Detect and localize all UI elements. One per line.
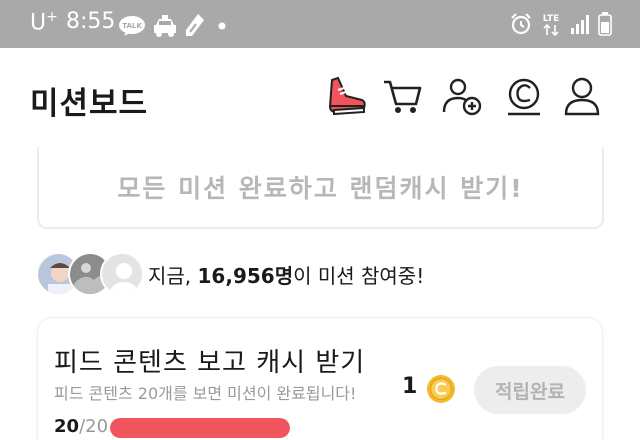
status-bar: U+ 8:55 TALK LTE — [0, 0, 640, 48]
page-title: 미션보드 — [30, 86, 149, 122]
alarm-icon — [511, 13, 531, 35]
sneaker-button[interactable] — [324, 76, 368, 116]
dot-icon — [218, 22, 226, 30]
notification-icons: TALK — [118, 14, 228, 38]
all-missions-banner[interactable]: 모든 미션 완료하고 랜덤캐시 받기! — [37, 147, 604, 229]
profile-button[interactable] — [560, 76, 604, 116]
mission-card[interactable]: 피드 콘텐츠 보고 캐시 받기 피드 콘텐츠 20개를 보면 미션이 완료됩니다… — [38, 318, 602, 440]
participants-row: 지금, 16,956명이 미션 참여중! — [36, 252, 424, 296]
participants-text: 지금, 16,956명이 미션 참여중! — [148, 263, 425, 288]
battery-icon — [598, 12, 612, 36]
lte-icon: LTE — [543, 14, 560, 36]
progress-bar — [110, 418, 290, 438]
mission-title: 피드 콘텐츠 보고 캐시 받기 — [54, 348, 366, 378]
progress-fill — [110, 418, 290, 438]
figure-icon — [186, 14, 204, 36]
cart-button[interactable] — [380, 76, 424, 116]
mission-description: 피드 콘텐츠 20개를 보면 미션이 완료됩니다! — [54, 384, 357, 403]
banner-text: 모든 미션 완료하고 랜덤캐시 받기! — [117, 174, 524, 203]
carrier-label: U+ — [30, 9, 58, 36]
system-icons: LTE — [510, 12, 612, 36]
sneaker-icon — [328, 76, 366, 116]
taxi-icon — [154, 15, 176, 37]
participant-count: 16,956명 — [197, 263, 294, 288]
app-header: 미션보드 — [0, 48, 640, 144]
avatar-stack — [36, 252, 148, 296]
cash-button[interactable] — [502, 76, 546, 116]
cash-coin-icon — [508, 78, 540, 116]
avatar — [100, 252, 144, 296]
claim-complete-button[interactable]: 적립완료 — [474, 366, 586, 414]
clock-time: 8:55 — [66, 9, 116, 34]
add-friend-icon — [442, 78, 482, 116]
reward-amount: 1 — [402, 374, 418, 399]
add-friend-button[interactable] — [440, 76, 484, 116]
cash-coin-icon — [427, 375, 455, 403]
lte-label: LTE — [543, 14, 560, 24]
progress-count: 20/20 — [54, 416, 109, 437]
kakaotalk-label: TALK — [122, 22, 142, 30]
profile-icon — [564, 77, 600, 116]
cart-icon — [384, 80, 422, 113]
kakaotalk-icon: TALK — [119, 16, 145, 36]
signal-icon — [571, 15, 589, 34]
